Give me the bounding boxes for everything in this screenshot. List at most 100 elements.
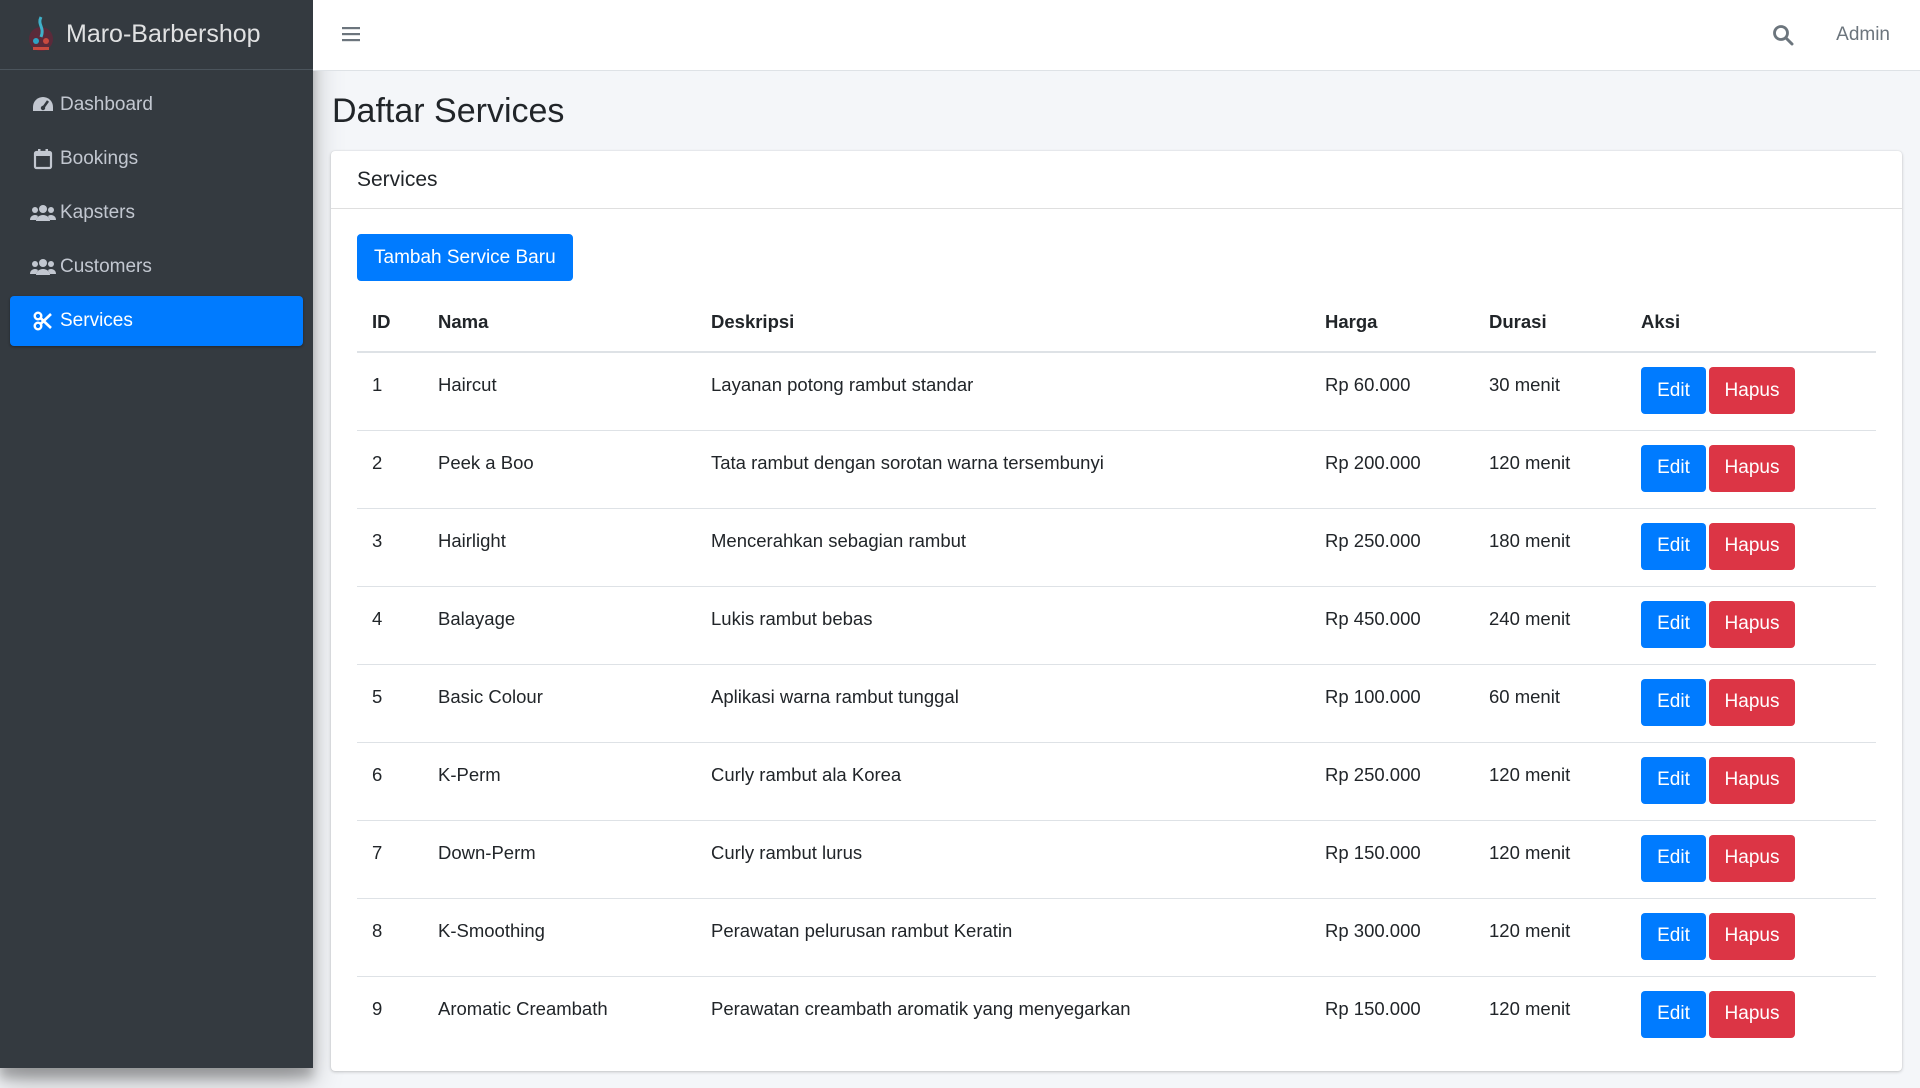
- delete-button[interactable]: Hapus: [1709, 444, 1795, 492]
- table-row: 8 K-Smoothing Perawatan pelurusan rambut…: [357, 898, 1876, 977]
- edit-button[interactable]: Edit: [1641, 990, 1706, 1038]
- cell-deskripsi: Curly rambut ala Korea: [696, 742, 1310, 821]
- sidebar-item-label: Dashboard: [60, 94, 153, 115]
- card-header: Services: [331, 151, 1902, 209]
- cell-id: 3: [357, 508, 423, 587]
- cell-deskripsi: Perawatan creambath aromatik yang menyeg…: [711, 997, 1131, 1019]
- delete-button[interactable]: Hapus: [1709, 678, 1795, 726]
- sidebar-item-customers[interactable]: Customers: [10, 242, 303, 292]
- user-menu[interactable]: Admin: [1836, 24, 1890, 46]
- column-header: Harga: [1310, 292, 1474, 353]
- table-header-row: ID Nama Deskripsi Harga Durasi Aksi: [357, 292, 1876, 353]
- search-icon[interactable]: [1772, 24, 1794, 46]
- cell-nama: Balayage: [423, 586, 696, 665]
- cell-deskripsi: Curly rambut lurus: [696, 820, 1310, 899]
- cell-nama: Aromatic Creambath: [438, 997, 608, 1019]
- cell-deskripsi: Mencerahkan sebagian rambut: [696, 508, 1310, 587]
- cell-durasi: 120 menit: [1489, 997, 1571, 1019]
- edit-button[interactable]: Edit: [1641, 444, 1706, 492]
- cell-nama: K-Perm: [423, 742, 696, 821]
- scissors-icon: [30, 310, 56, 332]
- cell-aksi: Edit Hapus: [1626, 430, 1876, 509]
- cell-harga: Rp 60.000: [1310, 352, 1474, 431]
- edit-button[interactable]: Edit: [1641, 678, 1706, 726]
- cell-nama: Haircut: [423, 352, 696, 431]
- cell-deskripsi: Tata rambut dengan sorotan warna tersemb…: [696, 430, 1310, 509]
- edit-button[interactable]: Edit: [1641, 522, 1706, 570]
- users-icon: [30, 202, 56, 224]
- sidebar-nav: Dashboard Bookings Kapsters Customers Se…: [0, 70, 313, 346]
- cell-harga: Rp 200.000: [1310, 430, 1474, 509]
- cell-durasi: 120 menit: [1474, 820, 1626, 899]
- cell-aksi: Edit Hapus: [1626, 742, 1876, 821]
- cell-id: 4: [357, 586, 423, 665]
- services-card: Services Tambah Service Baru ID Nama Des…: [331, 151, 1902, 1071]
- delete-button[interactable]: Hapus: [1709, 756, 1795, 804]
- page-title: Daftar Services: [332, 92, 565, 130]
- edit-button[interactable]: Edit: [1641, 367, 1706, 414]
- delete-button[interactable]: Hapus: [1709, 912, 1795, 960]
- cell-durasi: 30 menit: [1474, 352, 1626, 431]
- brand-name: Maro-Barbershop: [66, 20, 261, 48]
- top-navbar: Admin: [313, 0, 1920, 71]
- table-row: 1 Haircut Layanan potong rambut standar …: [357, 352, 1876, 431]
- delete-button[interactable]: Hapus: [1709, 834, 1795, 882]
- cell-nama: Peek a Boo: [423, 430, 696, 509]
- cell-aksi: Edit Hapus: [1626, 898, 1876, 977]
- delete-button[interactable]: Hapus: [1709, 990, 1795, 1038]
- brand-logo-icon: [26, 14, 56, 56]
- cell-aksi: Edit Hapus: [1626, 352, 1876, 431]
- cell-id: 9: [372, 997, 383, 1019]
- edit-button[interactable]: Edit: [1641, 912, 1706, 960]
- edit-button[interactable]: Edit: [1641, 834, 1706, 882]
- cell-deskripsi: Layanan potong rambut standar: [696, 352, 1310, 431]
- cell-harga: Rp 300.000: [1310, 898, 1474, 977]
- cell-id: 6: [357, 742, 423, 821]
- table-row: 2 Peek a Boo Tata rambut dengan sorotan …: [357, 430, 1876, 509]
- cell-aksi: Edit Hapus: [1626, 820, 1876, 899]
- cell-deskripsi: Aplikasi warna rambut tunggal: [696, 664, 1310, 743]
- cell-harga: Rp 150.000: [1310, 820, 1474, 899]
- table-row: 6 K-Perm Curly rambut ala Korea Rp 250.0…: [357, 742, 1876, 821]
- cell-deskripsi: Perawatan pelurusan rambut Keratin: [696, 898, 1310, 977]
- edit-button[interactable]: Edit: [1641, 600, 1706, 648]
- cell-id: 7: [357, 820, 423, 899]
- cell-durasi: 180 menit: [1474, 508, 1626, 587]
- delete-button[interactable]: Hapus: [1709, 522, 1795, 570]
- column-header: Nama: [423, 292, 696, 353]
- cell-durasi: 60 menit: [1474, 664, 1626, 743]
- sidebar-item-bookings[interactable]: Bookings: [10, 134, 303, 184]
- sidebar-item-dashboard[interactable]: Dashboard: [10, 80, 303, 130]
- cell-id: 2: [357, 430, 423, 509]
- delete-button[interactable]: Hapus: [1709, 600, 1795, 648]
- cell-deskripsi: Lukis rambut bebas: [696, 586, 1310, 665]
- cell-durasi: 120 menit: [1474, 430, 1626, 509]
- sidebar-item-label: Bookings: [60, 148, 139, 169]
- table-row: 5 Basic Colour Aplikasi warna rambut tun…: [357, 664, 1876, 743]
- cell-aksi: Edit Hapus: [1626, 976, 1876, 1054]
- users-icon: [30, 256, 56, 278]
- sidebar-item-label: Customers: [60, 256, 152, 277]
- cell-nama: K-Smoothing: [423, 898, 696, 977]
- tachometer-icon: [30, 94, 56, 116]
- cell-nama: Hairlight: [423, 508, 696, 587]
- column-header: ID: [357, 292, 423, 353]
- brand[interactable]: Maro-Barbershop: [0, 0, 313, 70]
- sidebar: Maro-Barbershop Dashboard Bookings Kapst…: [0, 0, 313, 1068]
- sidebar-item-kapsters[interactable]: Kapsters: [10, 188, 303, 238]
- column-header: Durasi: [1474, 292, 1626, 353]
- cell-id: 1: [357, 352, 423, 431]
- column-header: Deskripsi: [696, 292, 1310, 353]
- cell-nama: Down-Perm: [423, 820, 696, 899]
- cell-id: 5: [357, 664, 423, 743]
- add-service-button[interactable]: Tambah Service Baru: [357, 234, 573, 281]
- column-header: Aksi: [1626, 292, 1876, 353]
- sidebar-item-label: Kapsters: [60, 202, 135, 223]
- cell-id: 8: [357, 898, 423, 977]
- cell-durasi: 120 menit: [1474, 742, 1626, 821]
- cell-harga: Rp 100.000: [1310, 664, 1474, 743]
- menu-toggle-icon[interactable]: [341, 24, 361, 44]
- sidebar-item-services[interactable]: Services: [10, 296, 303, 346]
- delete-button[interactable]: Hapus: [1709, 367, 1795, 414]
- edit-button[interactable]: Edit: [1641, 756, 1706, 804]
